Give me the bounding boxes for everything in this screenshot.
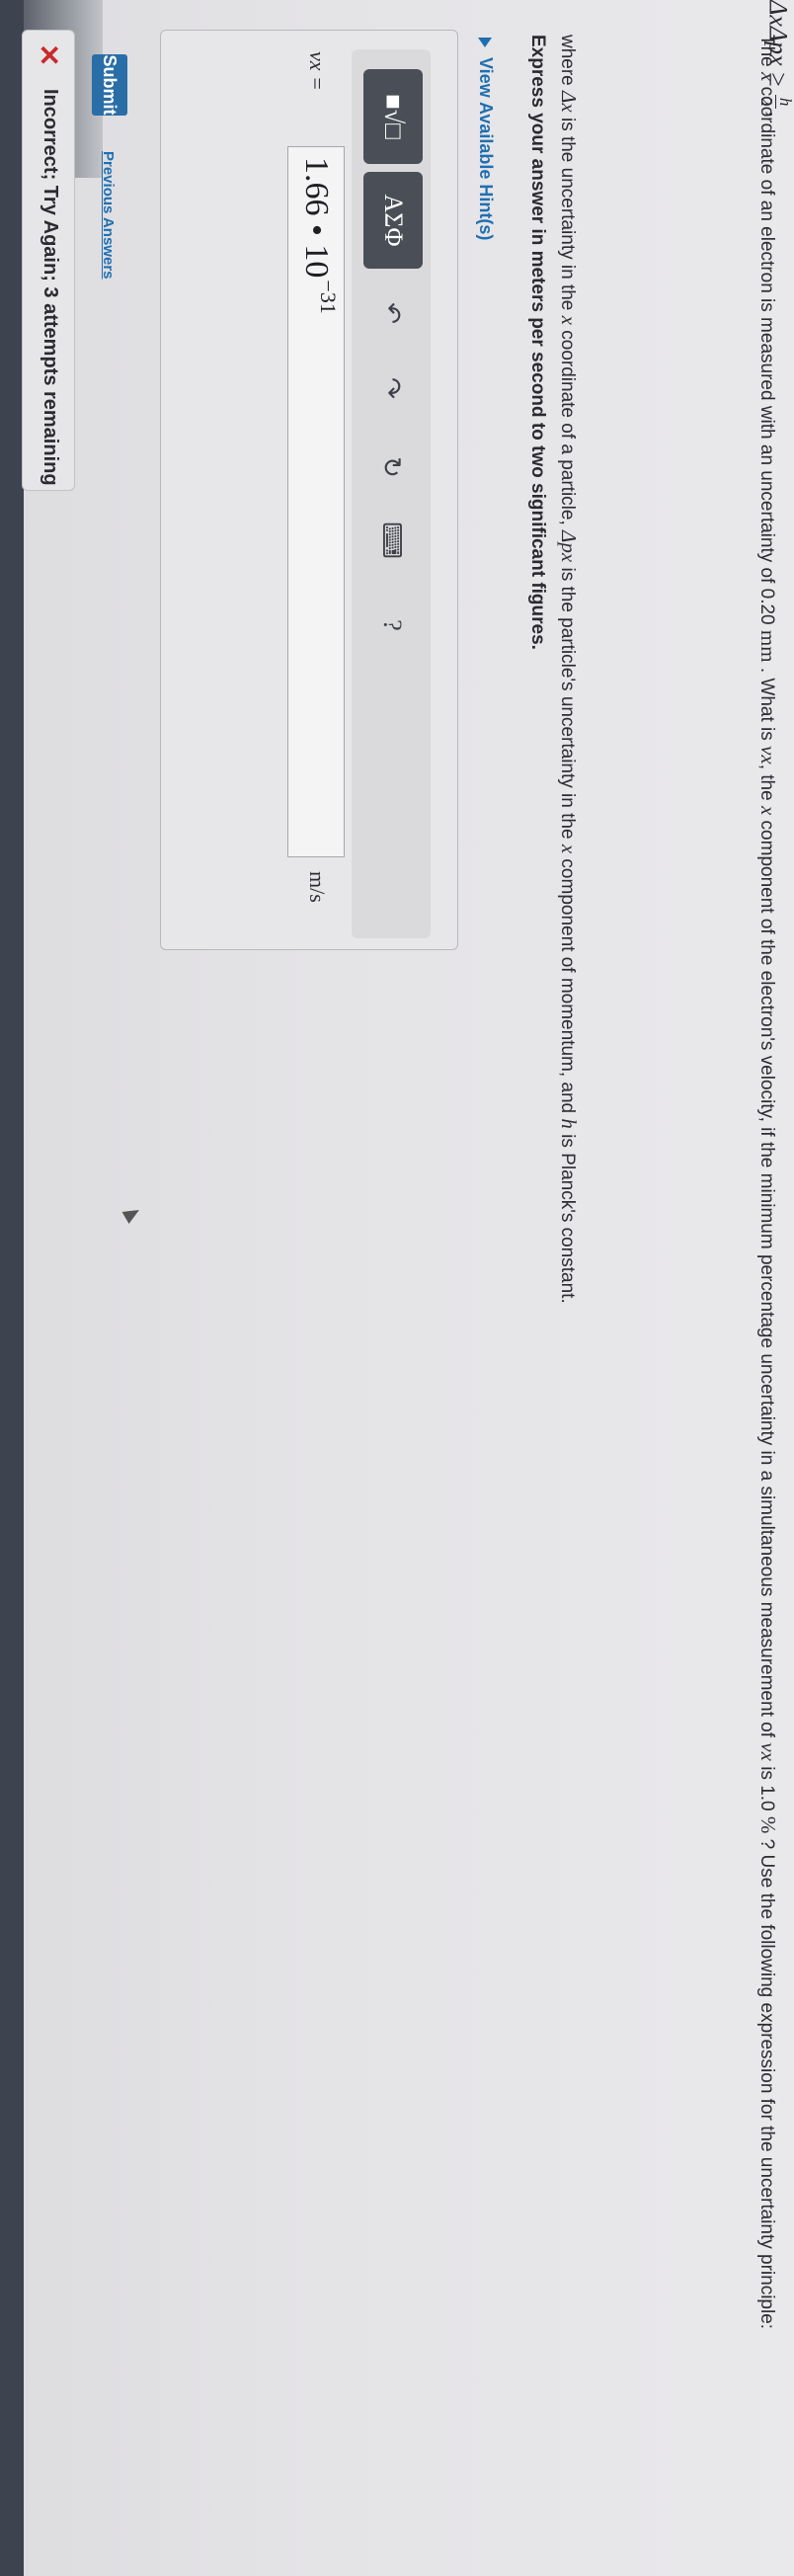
answer-input[interactable]: 1.66 • 10 −31 bbox=[287, 146, 345, 857]
rotated-page: The x coordinate of an electron is measu… bbox=[0, 0, 794, 2576]
answer-unit: m/s bbox=[305, 871, 330, 903]
feedback-message: Incorrect; Try Again; 3 attempts remaini… bbox=[40, 89, 61, 486]
view-hints-link[interactable]: View Available Hint(s) bbox=[475, 38, 496, 240]
help-button[interactable]: ? bbox=[375, 608, 409, 642]
greek-symbols-button[interactable]: ΑΣΦ bbox=[363, 172, 423, 269]
answer-instruction: Express your answer in meters per second… bbox=[527, 35, 548, 650]
mouse-cursor-icon bbox=[121, 1203, 143, 1225]
caret-right-icon bbox=[478, 38, 493, 47]
previous-answers-link[interactable]: Previous Answers bbox=[100, 151, 117, 280]
problem-statement: The x coordinate of an electron is measu… bbox=[756, 35, 780, 2330]
keyboard-icon[interactable]: ⌨ bbox=[375, 522, 409, 559]
reset-icon[interactable]: ↻ bbox=[375, 450, 409, 484]
templates-button[interactable]: ■√□ bbox=[363, 69, 423, 164]
screen-edge bbox=[0, 0, 24, 2576]
variable-definitions: where Δx is the uncertainty in the x coo… bbox=[557, 35, 581, 1304]
submit-button[interactable]: Submit bbox=[92, 54, 127, 116]
undo-icon[interactable]: ↶ bbox=[375, 296, 409, 330]
redo-icon[interactable]: ↷ bbox=[375, 371, 409, 405]
answer-variable-label: vx = bbox=[305, 51, 330, 91]
incorrect-x-icon: ✕ bbox=[34, 43, 64, 67]
